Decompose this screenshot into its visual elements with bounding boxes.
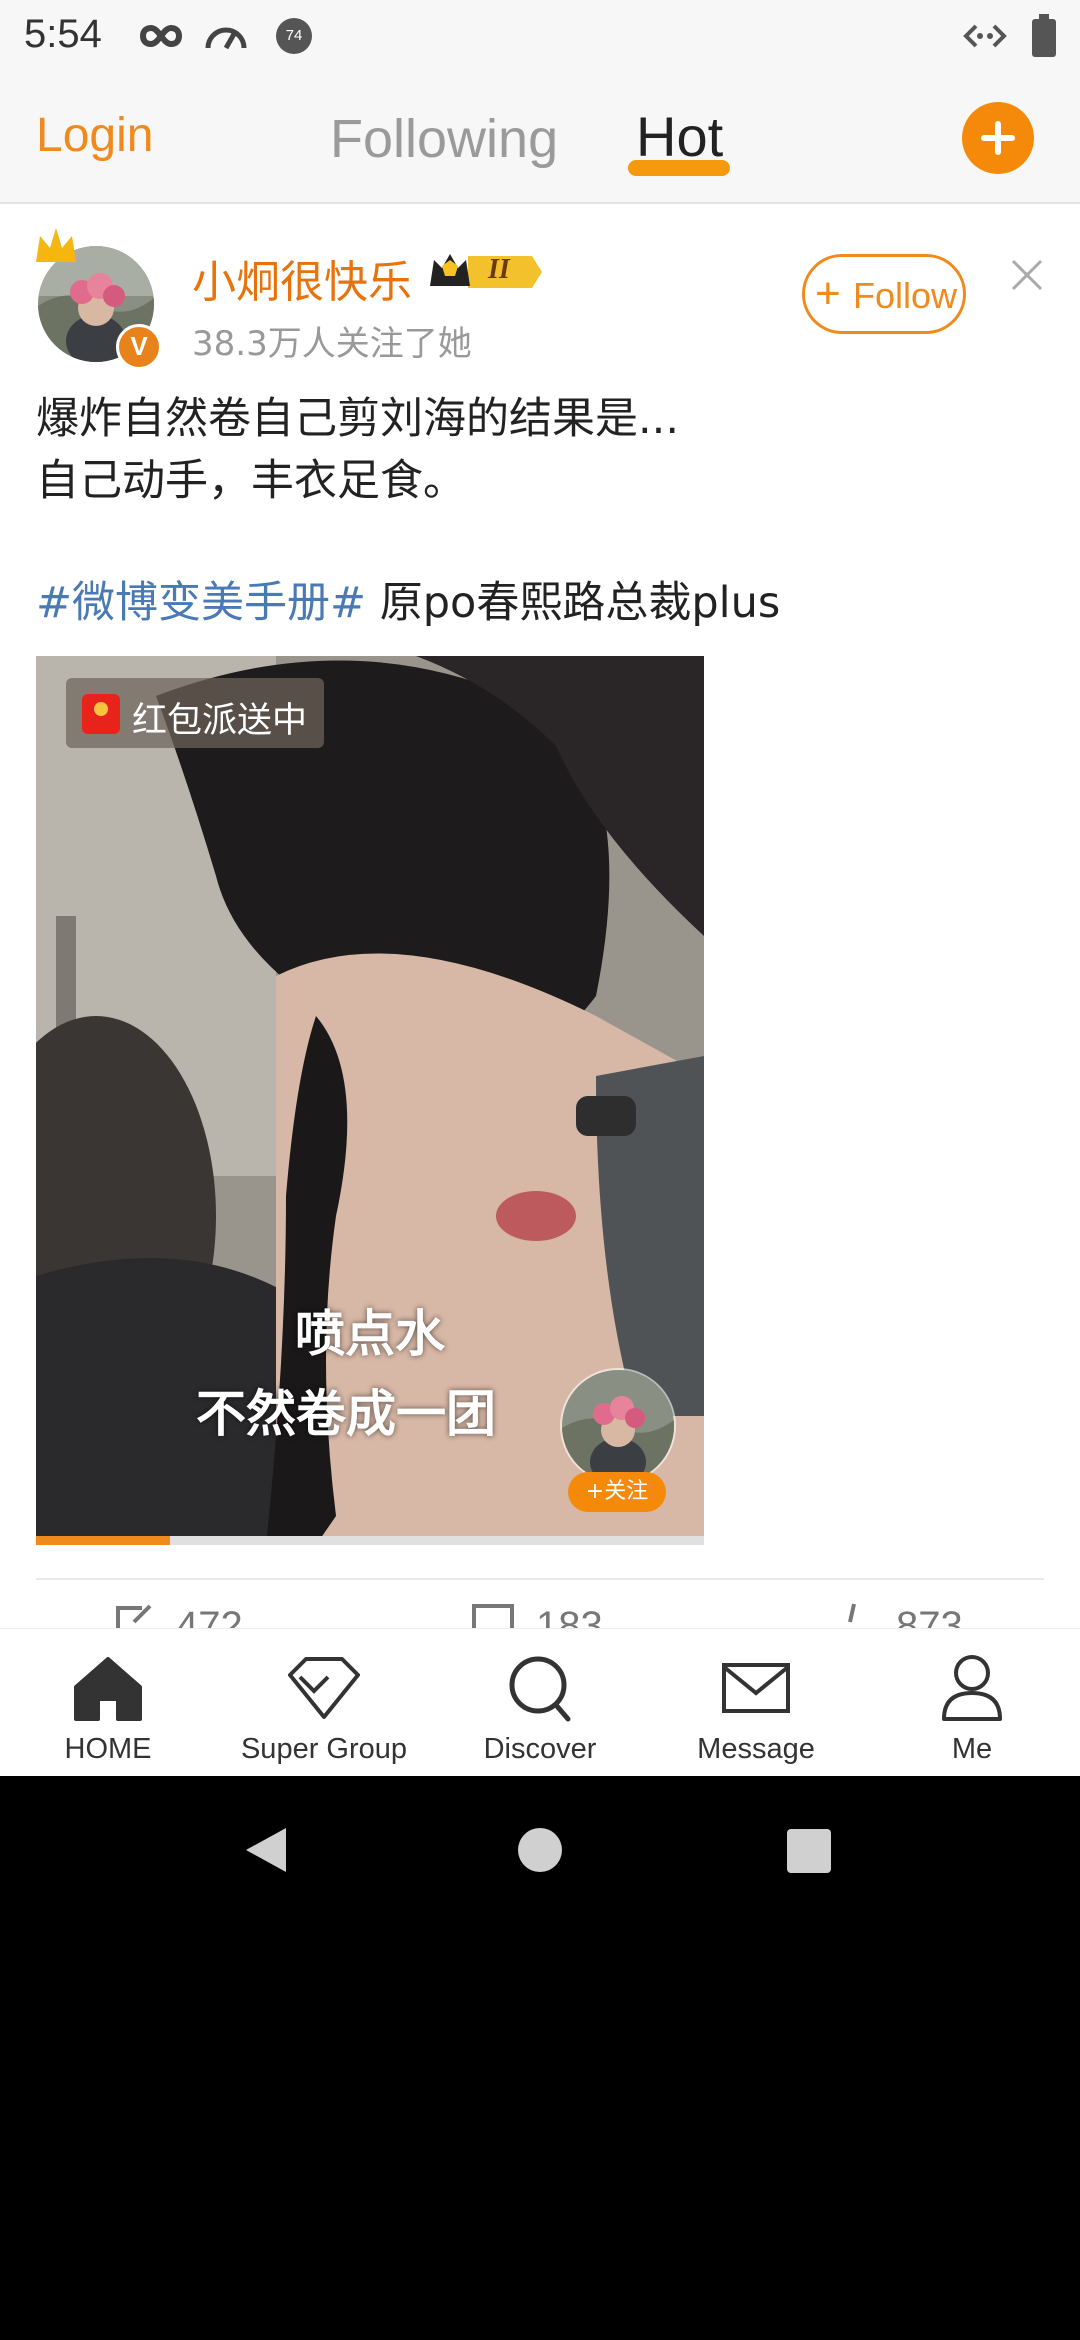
nav-message-label: Message xyxy=(697,1733,815,1765)
nav-home-label: HOME xyxy=(64,1733,152,1765)
data-arrows-icon xyxy=(963,24,1007,48)
plus-icon xyxy=(981,121,1015,155)
battery-icon xyxy=(1032,14,1056,57)
notification-count: 74 xyxy=(285,27,303,44)
post-actions: 472 183 873 xyxy=(0,1598,1080,1628)
tab-following[interactable]: Following xyxy=(330,108,558,170)
plus-icon: + xyxy=(815,269,841,318)
crown-icon xyxy=(36,228,76,262)
post-text-line: #微博变美手册# 原po春熙路总裁plus xyxy=(36,572,780,634)
follower-count: 38.3万人关注了她 xyxy=(192,324,472,364)
notification-74-icon: 74 xyxy=(276,18,312,54)
repost-icon[interactable] xyxy=(114,1602,154,1628)
like-icon[interactable] xyxy=(836,1602,876,1628)
nav-message[interactable]: Message xyxy=(648,1629,864,1776)
comment-icon[interactable] xyxy=(472,1602,516,1628)
recents-icon[interactable] xyxy=(786,1828,832,1874)
like-count: 873 xyxy=(896,1604,963,1628)
crown-level-icon xyxy=(430,254,542,288)
user-icon xyxy=(942,1655,1002,1721)
nav-super-group[interactable]: Super Group xyxy=(216,1629,432,1776)
infinity-icon xyxy=(140,24,182,48)
hashtag-link[interactable]: #微博变美手册# xyxy=(36,578,366,628)
follow-button[interactable]: + Follow xyxy=(802,254,966,334)
status-bar: 5:54 74 xyxy=(0,0,1080,72)
home-icon xyxy=(74,1657,142,1721)
post-text-line: 自己动手，丰衣足食。 xyxy=(36,456,466,506)
nav-discover-label: Discover xyxy=(483,1733,597,1765)
post-text-suffix: 原po春熙路总裁plus xyxy=(366,578,781,628)
nav-home[interactable]: HOME xyxy=(0,1629,216,1776)
comment-count: 183 xyxy=(536,1604,603,1628)
video-caption-line2: 不然卷成一团 xyxy=(196,1385,496,1443)
video-author-avatar[interactable] xyxy=(560,1368,676,1484)
follow-button-label: Follow xyxy=(853,275,958,316)
video-player[interactable]: 红包派送中 喷点水 不然卷成一团 +关注 xyxy=(36,656,704,1545)
nav-me-label: Me xyxy=(951,1733,993,1765)
post-body: 爆炸自然卷自己剪刘海的结果是... 自己动手，丰衣足食。 xyxy=(36,388,1036,512)
member-level-badge: II xyxy=(428,250,544,294)
top-nav: Login Following Hot xyxy=(0,72,1080,204)
login-link[interactable]: Login xyxy=(36,108,153,163)
status-time: 5:54 xyxy=(24,12,102,56)
video-follow-button[interactable]: +关注 xyxy=(568,1472,666,1512)
compose-button[interactable] xyxy=(962,102,1034,174)
diamond-icon xyxy=(288,1657,360,1719)
nav-discover[interactable]: Discover xyxy=(432,1629,648,1776)
home-circle-icon[interactable] xyxy=(516,1826,564,1874)
divider xyxy=(36,1578,1044,1580)
video-caption-line1: 喷点水 xyxy=(295,1305,445,1363)
post-text-line: 爆炸自然卷自己剪刘海的结果是... xyxy=(36,394,680,444)
active-tab-indicator xyxy=(628,160,730,176)
speedometer-icon xyxy=(205,27,247,50)
search-icon xyxy=(509,1656,571,1722)
repost-count: 472 xyxy=(176,1604,243,1628)
system-nav-bar xyxy=(0,1776,1080,1906)
video-progress-fill xyxy=(36,1536,170,1545)
bottom-nav: HOME Super Group Discover Message Me xyxy=(0,1628,1080,1776)
close-icon[interactable] xyxy=(1010,258,1044,292)
back-icon[interactable] xyxy=(242,1824,290,1876)
red-packet-icon xyxy=(82,694,120,734)
author-name[interactable]: 小炯很快乐 xyxy=(192,246,412,310)
nav-me[interactable]: Me xyxy=(864,1629,1080,1776)
envelope-icon xyxy=(722,1663,790,1713)
verified-badge-icon: V xyxy=(116,324,162,370)
red-packet-label: 红包派送中 xyxy=(132,701,308,741)
nav-super-group-label: Super Group xyxy=(240,1733,408,1765)
red-packet-badge[interactable]: 红包派送中 xyxy=(66,678,324,748)
level-text: II xyxy=(488,254,510,285)
